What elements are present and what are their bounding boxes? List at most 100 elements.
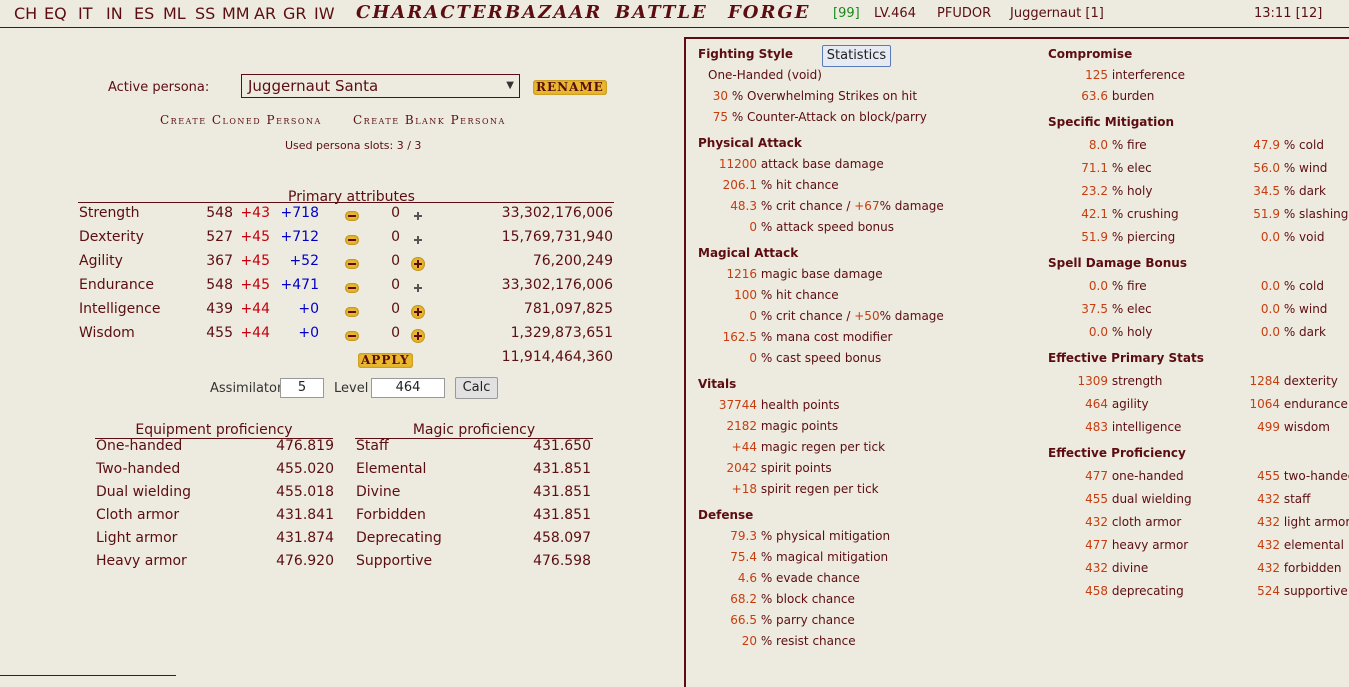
nav-mm[interactable]: MM — [222, 4, 250, 23]
attr-bonus: +45 — [240, 253, 270, 269]
stat-num: 56.0 — [1253, 161, 1280, 175]
create-blank-persona-link[interactable]: Create Blank Persona — [353, 113, 506, 127]
calc-button[interactable]: Calc — [455, 377, 498, 399]
stat-num: 0 — [749, 351, 757, 365]
equipment-proficiency-title: Equipment proficiency — [95, 422, 333, 439]
create-cloned-persona-link[interactable]: Create Cloned Persona — [160, 113, 322, 127]
decrease-agility-button[interactable] — [345, 259, 359, 269]
nav-battle[interactable]: BATTLE — [615, 2, 708, 23]
stat-line: 432 light armor — [1232, 515, 1349, 529]
stat-txt: % crushing — [1111, 207, 1179, 221]
nav-gr[interactable]: GR — [283, 4, 307, 23]
fighting-style-title: Fighting Style — [698, 47, 794, 61]
magic-prof-row: Divine 431.851 — [356, 484, 591, 507]
decrease-dexterity-button[interactable] — [345, 235, 359, 245]
prof-name: Light armor — [96, 530, 178, 546]
stat-line: 20 % resist chance — [700, 634, 856, 648]
attr-name: Strength — [79, 205, 140, 221]
decrease-wisdom-button[interactable] — [345, 331, 359, 341]
stat-line: 432 forbidden — [1232, 561, 1342, 575]
nav-ss[interactable]: SS — [195, 4, 215, 23]
statistics-button[interactable]: Statistics — [822, 45, 891, 67]
stat-txt: % crit chance / — [760, 199, 855, 213]
equip-prof-row: Two-handed 455.020 — [96, 461, 334, 484]
stat-line: 432 divine — [1060, 561, 1148, 575]
increase-dexterity-button[interactable] — [411, 233, 425, 247]
nav-in[interactable]: IN — [106, 4, 123, 23]
nav-es[interactable]: ES — [134, 4, 154, 23]
stat-txt: one-handed — [1111, 469, 1184, 483]
primary-attributes-divider — [78, 202, 614, 203]
attr-bonus: +44 — [240, 325, 270, 341]
stat-line: 0.0 % fire — [1060, 279, 1147, 293]
equip-prof-row: Dual wielding 455.018 — [96, 484, 334, 507]
stat-num: 464 — [1085, 397, 1108, 411]
persona-select[interactable]: Juggernaut Santa ▼ — [241, 74, 520, 98]
nav-ch[interactable]: CH — [14, 4, 37, 23]
nav-iw[interactable]: IW — [314, 4, 335, 23]
equip-prof-row: Heavy armor 476.920 — [96, 553, 334, 576]
nav-bazaar[interactable]: BAZAAR — [505, 2, 602, 23]
prof-value: 476.819 — [276, 438, 334, 454]
stat-txt: magic base damage — [760, 267, 883, 281]
physical-attack-title: Physical Attack — [698, 136, 802, 150]
rename-button[interactable]: RENAME — [533, 80, 607, 95]
stat-line: 432 elemental — [1232, 538, 1344, 552]
magic-prof-row: Deprecating 458.097 — [356, 530, 591, 553]
stat-txt: forbidden — [1283, 561, 1342, 575]
stat-line: 432 staff — [1232, 492, 1310, 506]
nav-eq[interactable]: EQ — [44, 4, 67, 23]
increase-endurance-button[interactable] — [411, 281, 425, 295]
stat-line: 100 % hit chance — [700, 288, 839, 302]
stat-num: 8.0 — [1088, 138, 1108, 152]
nav-it[interactable]: IT — [78, 4, 93, 23]
stat-txt: spirit points — [760, 461, 832, 475]
stat-num: +18 — [731, 482, 757, 496]
stat-line: 51.9 % slashing — [1232, 207, 1348, 221]
stat-num: 162.5 — [722, 330, 757, 344]
stat-line: 66.5 % parry chance — [700, 613, 855, 627]
stat-line: 0 % crit chance / +50% damage — [700, 309, 944, 323]
stat-txt: elemental — [1283, 538, 1344, 552]
stat-line: 48.3 % crit chance / +67% damage — [700, 199, 944, 213]
stat-txt: % parry chance — [760, 613, 855, 627]
assimilator-input[interactable]: 5 — [280, 378, 324, 398]
apply-button[interactable]: APPLY — [358, 353, 413, 368]
nav-forge[interactable]: FORGE — [728, 2, 811, 23]
nav-ml[interactable]: ML — [163, 4, 186, 23]
nav-character[interactable]: CHARACTER — [356, 2, 505, 23]
stat-txt: % void — [1283, 230, 1325, 244]
decrease-intelligence-button[interactable] — [345, 307, 359, 317]
stat-num: 455 — [1085, 492, 1108, 506]
stat-num: 2042 — [726, 461, 757, 475]
prof-name: Two-handed — [96, 461, 181, 477]
attr-name: Intelligence — [79, 301, 161, 317]
stat-line: 11200 attack base damage — [700, 157, 884, 171]
stat-txt: % fire — [1111, 138, 1147, 152]
decrease-endurance-button[interactable] — [345, 283, 359, 293]
stat-line: 499 wisdom — [1232, 420, 1330, 434]
attr-base: 527 — [206, 229, 233, 245]
decrease-strength-button[interactable] — [345, 211, 359, 221]
remaining-exp: 11,914,464,360 — [501, 349, 613, 365]
assimilator-label: Assimilator — [210, 381, 283, 396]
nav-ar[interactable]: AR — [254, 4, 276, 23]
increase-wisdom-button[interactable] — [411, 329, 425, 343]
stat-txt: endurance — [1283, 397, 1348, 411]
stat-line: 477 heavy armor — [1060, 538, 1188, 552]
increase-intelligence-button[interactable] — [411, 305, 425, 319]
attr-gear: +0 — [298, 301, 319, 317]
increase-agility-button[interactable] — [411, 257, 425, 271]
clock: 13:11 [12] — [1254, 6, 1323, 21]
increase-strength-button[interactable] — [411, 209, 425, 223]
stat-num: 20 — [741, 634, 757, 648]
attr-name: Endurance — [79, 277, 154, 293]
prof-name: Supportive — [356, 553, 433, 569]
level-input[interactable]: 464 — [371, 378, 445, 398]
stat-txt: % evade chance — [760, 571, 860, 585]
prof-value: 476.920 — [276, 553, 334, 569]
stat-num: 11200 — [718, 157, 757, 171]
stat-txt: % damage — [879, 309, 944, 323]
attr-bonus: +43 — [240, 205, 270, 221]
attr-exp: 76,200,249 — [532, 253, 613, 269]
